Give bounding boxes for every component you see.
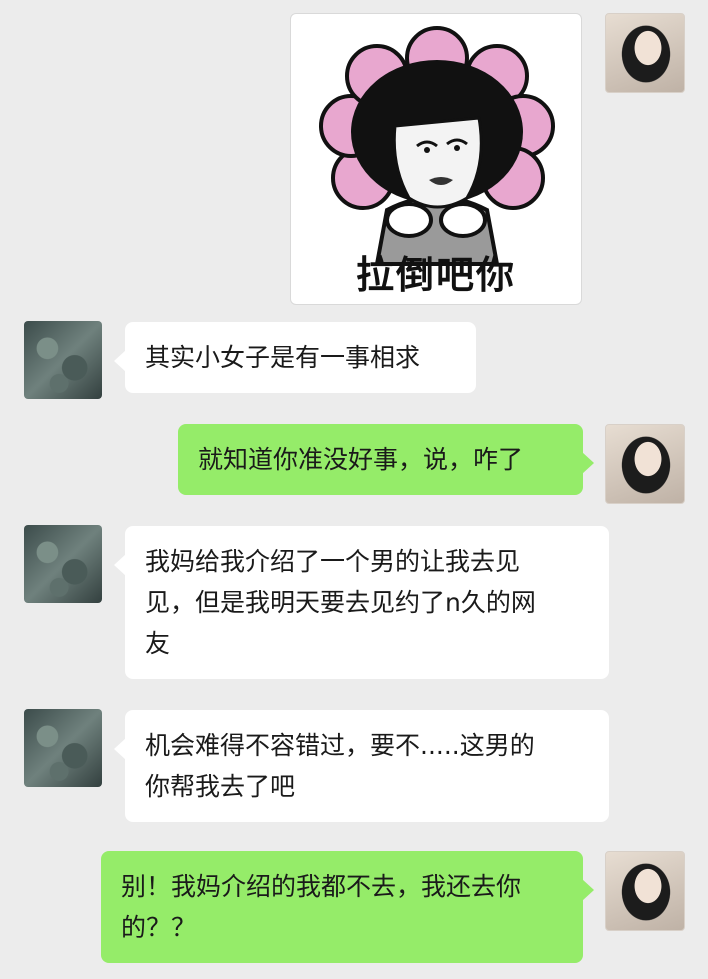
contact-avatar[interactable] xyxy=(24,709,102,787)
incoming-message-bubble[interactable]: 其实小女子是有一事相求 xyxy=(114,322,476,393)
incoming-message-bubble[interactable]: 我妈给我介绍了一个男的让我去见 见，但是我明天要去见约了n久的网 友 xyxy=(114,526,609,679)
incoming-message-bubble[interactable]: 机会难得不容错过，要不.....这男的 你帮我去了吧 xyxy=(114,710,609,822)
my-avatar[interactable] xyxy=(605,851,685,931)
sticker-caption: 拉倒吧你 xyxy=(355,253,516,297)
sticker-message[interactable]: 拉倒吧你 xyxy=(290,13,582,305)
my-avatar[interactable] xyxy=(605,13,685,93)
my-avatar[interactable] xyxy=(605,424,685,504)
outgoing-message-bubble[interactable]: 就知道你准没好事，说，咋了 xyxy=(178,424,594,495)
outgoing-message-bubble[interactable]: 别！我妈介绍的我都不去，我还去你 的？？ xyxy=(101,851,594,963)
contact-avatar[interactable] xyxy=(24,321,102,399)
contact-avatar[interactable] xyxy=(24,525,102,603)
